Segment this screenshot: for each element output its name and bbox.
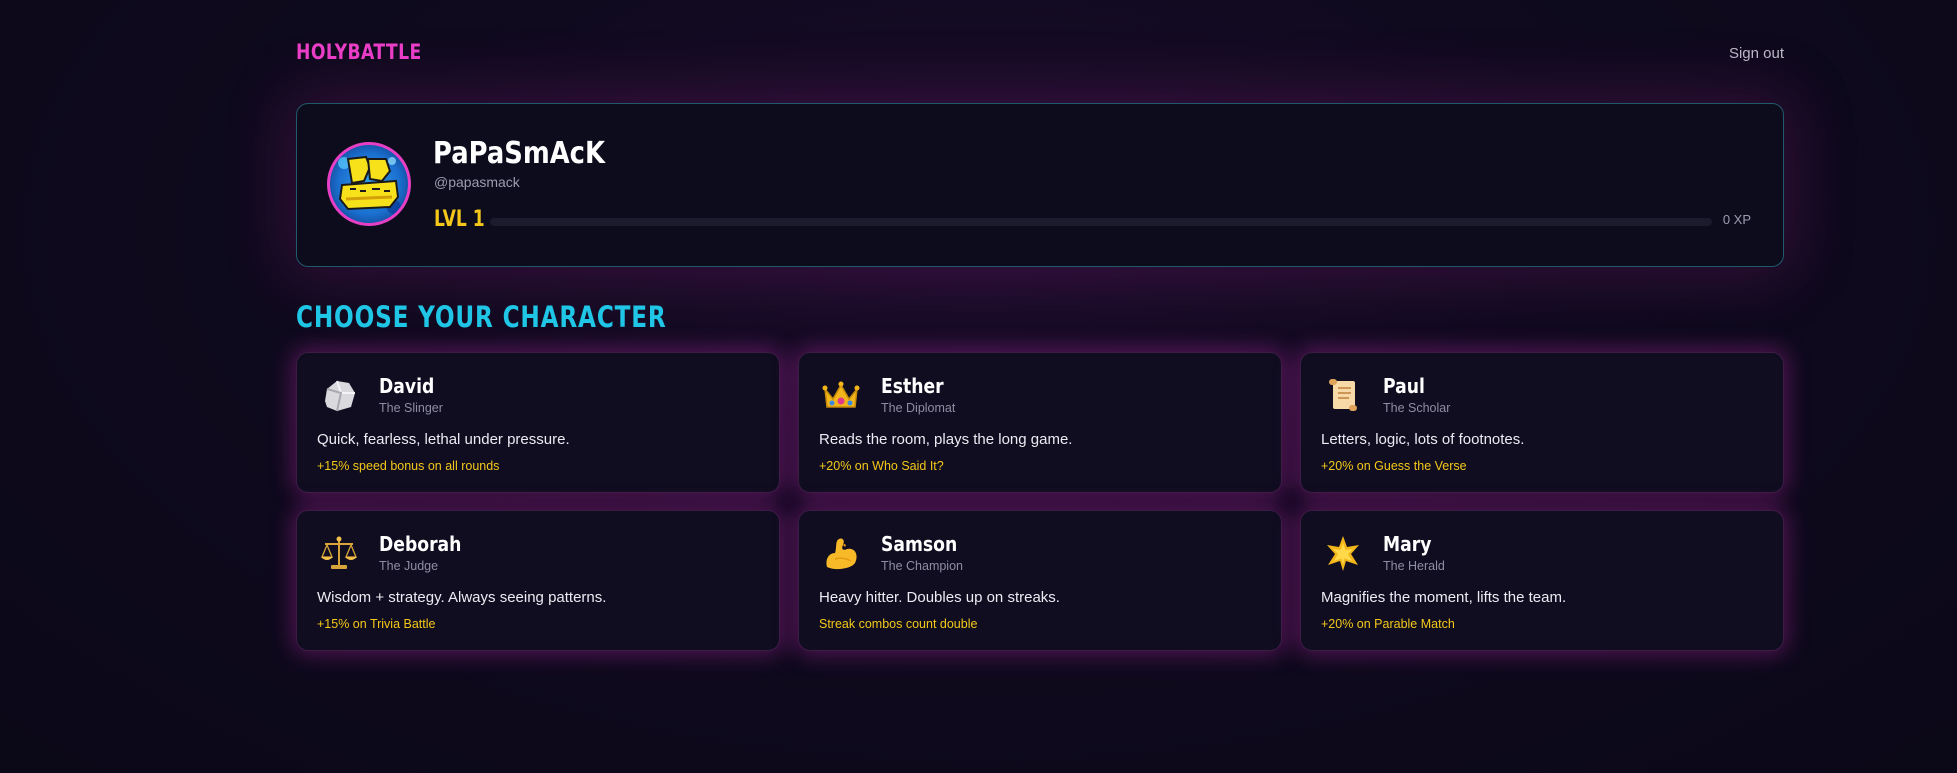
scroll-icon bbox=[1329, 379, 1357, 411]
character-title: The Slinger bbox=[379, 401, 443, 415]
character-description: Magnifies the moment, lifts the team. bbox=[1321, 589, 1567, 606]
character-bonus: +20% on Who Said It? bbox=[819, 459, 944, 473]
character-name: Paul bbox=[1383, 374, 1425, 398]
top-bar: HOLYBATTLE Sign out bbox=[296, 0, 1784, 105]
level-badge: LVL 1 bbox=[434, 207, 485, 232]
glowing-star-icon bbox=[1327, 536, 1359, 571]
scales-icon bbox=[321, 536, 357, 569]
character-bonus: +15% on Trivia Battle bbox=[317, 617, 436, 631]
character-bonus: Streak combos count double bbox=[819, 617, 978, 631]
character-title: The Scholar bbox=[1383, 401, 1451, 415]
character-name: Mary bbox=[1383, 532, 1432, 556]
profile-handle: @papasmack bbox=[434, 174, 520, 190]
character-title: The Judge bbox=[379, 559, 439, 573]
character-card-david[interactable]: David The Slinger Quick, fearless, letha… bbox=[296, 352, 780, 493]
flexed-bicep-icon bbox=[826, 538, 857, 570]
character-bonus: +20% on Guess the Verse bbox=[1321, 459, 1467, 473]
character-name: David bbox=[379, 374, 435, 398]
brand-logo[interactable]: HOLYBATTLE bbox=[296, 40, 422, 64]
character-name: Esther bbox=[881, 374, 944, 398]
character-card-mary[interactable]: Mary The Herald Magnifies the moment, li… bbox=[1300, 510, 1784, 651]
character-description: Reads the room, plays the long game. bbox=[819, 431, 1073, 448]
character-title: The Diplomat bbox=[881, 401, 956, 415]
section-title: CHOOSE YOUR CHARACTER bbox=[296, 300, 667, 334]
page: HOLYBATTLE Sign out PaPaSmAcK @papasmack… bbox=[296, 0, 1784, 651]
avatar bbox=[327, 142, 411, 226]
profile-card: PaPaSmAcK @papasmack LVL 1 0 XP bbox=[296, 103, 1784, 267]
character-bonus: +15% speed bonus on all rounds bbox=[317, 459, 500, 473]
xp-progress-bar bbox=[490, 218, 1712, 226]
character-card-esther[interactable]: Esther The Diplomat Reads the room, play… bbox=[798, 352, 1282, 493]
character-title: The Herald bbox=[1383, 559, 1445, 573]
character-name: Deborah bbox=[379, 532, 462, 556]
sign-out-button[interactable]: Sign out bbox=[1729, 45, 1784, 62]
character-description: Letters, logic, lots of footnotes. bbox=[1321, 431, 1525, 448]
character-card-deborah[interactable]: Deborah The Judge Wisdom + strategy. Alw… bbox=[296, 510, 780, 651]
character-name: Samson bbox=[881, 532, 958, 556]
rock-icon bbox=[325, 380, 355, 412]
character-card-samson[interactable]: Samson The Champion Heavy hitter. Double… bbox=[798, 510, 1282, 651]
papasmack-graffiti-avatar-icon bbox=[338, 155, 401, 214]
character-bonus: +20% on Parable Match bbox=[1321, 617, 1455, 631]
character-description: Quick, fearless, lethal under pressure. bbox=[317, 431, 570, 448]
character-title: The Champion bbox=[881, 559, 963, 573]
character-description: Heavy hitter. Doubles up on streaks. bbox=[819, 589, 1060, 606]
xp-label: 0 XP bbox=[1722, 212, 1751, 227]
profile-display-name: PaPaSmAcK bbox=[433, 136, 605, 171]
crown-icon bbox=[822, 381, 860, 408]
character-description: Wisdom + strategy. Always seeing pattern… bbox=[317, 589, 607, 606]
character-card-paul[interactable]: Paul The Scholar Letters, logic, lots of… bbox=[1300, 352, 1784, 493]
